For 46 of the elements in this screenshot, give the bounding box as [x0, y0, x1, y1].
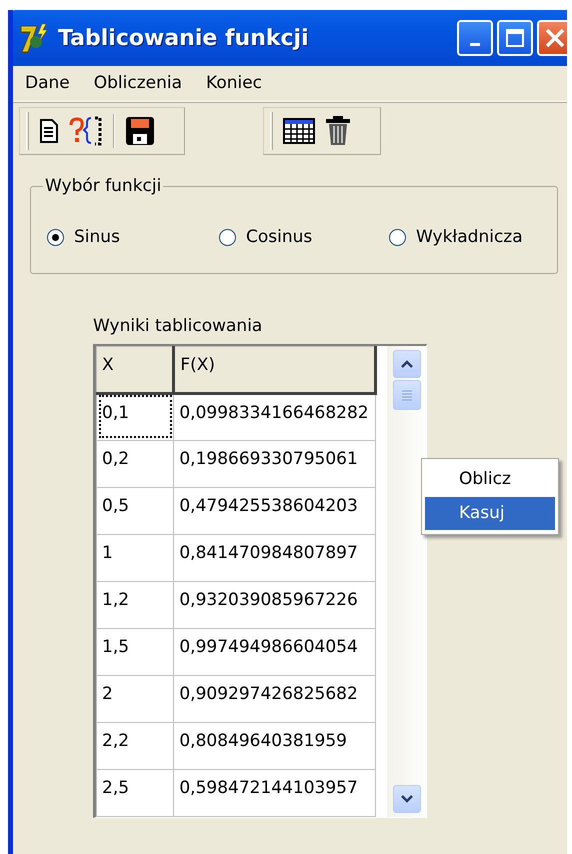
table-cell[interactable]: 0,1 [96, 393, 174, 440]
chevron-up-icon [400, 358, 414, 368]
help-brace-icon[interactable] [69, 116, 103, 146]
scroll-up-button[interactable] [392, 350, 421, 378]
table-cell[interactable]: 0,479425538604203 [174, 487, 376, 534]
minimize-icon [470, 42, 480, 46]
table-cell[interactable]: 2,5 [96, 769, 174, 816]
menu-item[interactable]: Koniec [206, 70, 262, 96]
table-cell[interactable]: 0,841470984807897 [174, 534, 376, 581]
menu-item[interactable]: Obliczenia [94, 70, 182, 96]
scroll-thumb[interactable] [392, 380, 421, 410]
table-cell[interactable]: 0,997494986604054 [174, 628, 376, 675]
table-cell[interactable]: 1,5 [96, 628, 174, 675]
maximize-button[interactable] [497, 20, 533, 56]
table-cell[interactable]: 0,2 [96, 440, 174, 487]
radio-option[interactable]: Wykładnicza [389, 225, 523, 250]
table-icon[interactable] [283, 117, 315, 145]
scroll-down-button[interactable] [392, 784, 421, 812]
table-cell[interactable]: 0,909297426825682 [174, 675, 376, 722]
chevron-down-icon [400, 794, 414, 804]
table-cell[interactable]: 0,598472144103957 [174, 769, 376, 816]
radio-option[interactable]: Cosinus [219, 225, 389, 250]
table-cell[interactable]: 1 [96, 534, 174, 581]
maximize-icon [505, 28, 525, 48]
trash-can-icon[interactable] [325, 115, 351, 147]
close-button[interactable] [537, 20, 567, 56]
floppy-disk-icon[interactable] [125, 116, 155, 146]
table-cell[interactable]: 0,80849640381959 [174, 722, 376, 769]
grid-label: Wyniki tablicowania [93, 315, 264, 338]
table-cell[interactable]: 0,5 [96, 487, 174, 534]
table-cell[interactable]: 0,0998334166468282 [174, 393, 376, 440]
table-cell[interactable]: 1,2 [96, 581, 174, 628]
column-header: X [96, 346, 174, 393]
minimize-button[interactable] [457, 20, 493, 56]
table-cell[interactable]: 2 [96, 675, 174, 722]
close-icon [544, 27, 566, 49]
table-cell[interactable]: 2,2 [96, 722, 174, 769]
menu-item[interactable]: Kasuj [425, 496, 555, 530]
column-header: F(X) [174, 346, 376, 393]
table-cell[interactable]: 0,198669330795061 [174, 440, 376, 487]
window-title: Tablicowanie funkcji [58, 24, 309, 52]
radio-option[interactable]: Sinus [47, 225, 219, 250]
document-icon[interactable] [39, 118, 59, 144]
table-cell[interactable]: 0,932039085967226 [174, 581, 376, 628]
menu-item[interactable]: Dane [25, 70, 70, 96]
scrollbar[interactable] [387, 346, 426, 816]
